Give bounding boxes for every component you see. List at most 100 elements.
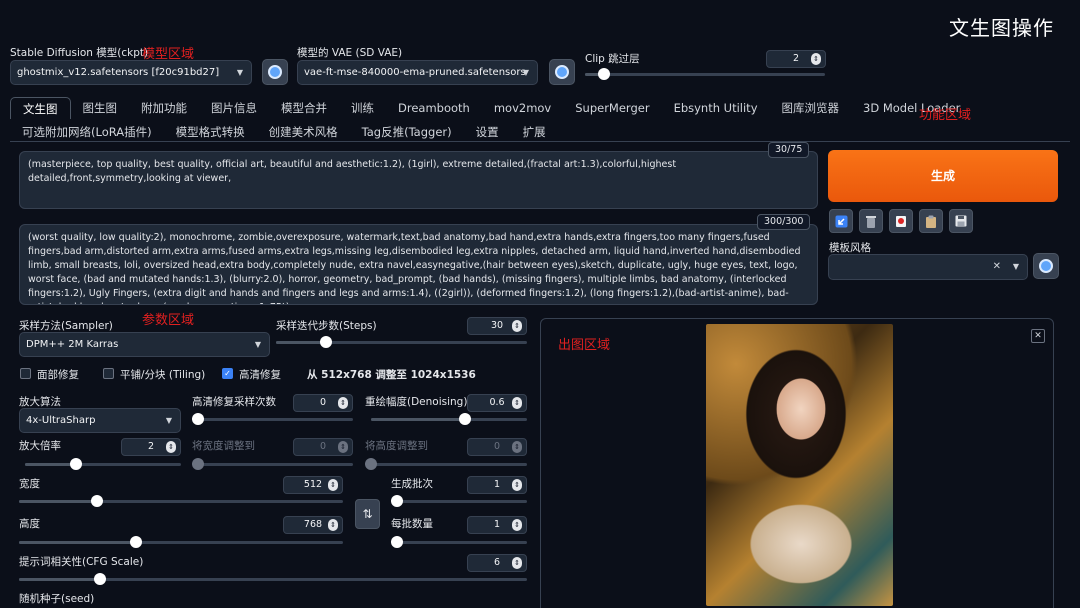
- width-input[interactable]: 512 ⇕: [283, 476, 343, 494]
- spinner-icon[interactable]: ⇕: [512, 479, 522, 491]
- chevron-down-icon: ▼: [236, 68, 243, 77]
- steps-input[interactable]: 30 ⇕: [467, 317, 527, 335]
- tab-sub-2[interactable]: 创建美术风格: [257, 121, 350, 143]
- tab-main-1[interactable]: 图生图: [71, 97, 130, 119]
- slider-handle[interactable]: [94, 573, 107, 585]
- tab-main-8[interactable]: SuperMerger: [563, 97, 661, 119]
- clip-skip-value: 2: [792, 53, 800, 64]
- template-style-dropdown[interactable]: ✕ ▼: [828, 254, 1028, 280]
- tab-sub-3[interactable]: Tag反推(Tagger): [350, 121, 464, 143]
- face-restore-checkbox[interactable]: [20, 368, 31, 379]
- batch-size-input[interactable]: 1 ⇕: [467, 516, 527, 534]
- height-input[interactable]: 768 ⇕: [283, 516, 343, 534]
- tab-main-2[interactable]: 附加功能: [129, 97, 199, 119]
- tab-main-3[interactable]: 图片信息: [199, 97, 269, 119]
- refresh-styles-button[interactable]: [1033, 253, 1059, 279]
- main-tabs: 文生图 图生图 附加功能 图片信息 模型合并 训练 Dreambooth mov2mov Sup…: [10, 97, 972, 119]
- negative-prompt-textarea[interactable]: (worst quality, low quality:2), monochro…: [19, 224, 818, 305]
- sampler-dropdown[interactable]: DPM++ 2M Karras ▼: [19, 332, 270, 357]
- tab-sub-1[interactable]: 模型格式转换: [164, 121, 257, 143]
- slider-handle[interactable]: [391, 536, 403, 548]
- seed-label: 随机种子(seed): [19, 593, 95, 605]
- close-icon[interactable]: ✕: [993, 255, 1001, 278]
- apply-style-button[interactable]: [919, 209, 943, 233]
- negative-token-counter: 300/300: [757, 214, 811, 230]
- refresh-ckpt-button[interactable]: [262, 59, 288, 85]
- tab-main-0[interactable]: 文生图: [10, 97, 71, 119]
- generated-image[interactable]: [706, 324, 893, 606]
- trash-icon: [866, 215, 876, 228]
- height-slider[interactable]: [19, 536, 343, 548]
- tab-main-6[interactable]: Dreambooth: [386, 97, 482, 119]
- hires-steps-input[interactable]: 0 ⇕: [293, 394, 353, 412]
- cfg-input[interactable]: 6 ⇕: [467, 554, 527, 572]
- tab-main-5[interactable]: 训练: [339, 97, 386, 119]
- hires-resize-info: 从 512x768 调整至 1024x1536: [307, 369, 476, 381]
- batch-count-slider[interactable]: [391, 495, 527, 507]
- slider-handle[interactable]: [598, 68, 611, 80]
- spinner-icon[interactable]: ⇕: [512, 519, 522, 531]
- tab-main-9[interactable]: Ebsynth Utility: [662, 97, 770, 119]
- tab-main-10[interactable]: 图库浏览器: [770, 97, 852, 119]
- upscale-by-slider[interactable]: [25, 458, 181, 470]
- upscale-by-value: 2: [147, 441, 155, 452]
- positive-prompt-textarea[interactable]: (masterpiece, top quality, best quality,…: [19, 151, 818, 209]
- show-extra-networks-button[interactable]: [889, 209, 913, 233]
- spinner-icon[interactable]: ⇕: [166, 441, 176, 453]
- tiling-checkbox[interactable]: [103, 368, 114, 379]
- tab-main-7[interactable]: mov2mov: [482, 97, 563, 119]
- resize-height-slider: [365, 458, 527, 470]
- clip-skip-slider[interactable]: [585, 68, 825, 80]
- output-area-note: 出图区域: [558, 338, 611, 353]
- hires-steps-slider[interactable]: [192, 413, 353, 425]
- clip-skip-input[interactable]: 2 ⇕: [766, 50, 826, 68]
- upscaler-label: 放大算法: [19, 396, 61, 408]
- vae-dropdown[interactable]: vae-ft-mse-840000-ema-pruned.safetensors…: [297, 60, 538, 85]
- slider-handle[interactable]: [90, 495, 103, 507]
- close-icon[interactable]: ✕: [1031, 329, 1045, 343]
- slider-fill: [371, 418, 465, 421]
- spinner-icon[interactable]: ⇕: [512, 557, 522, 569]
- denoise-slider[interactable]: [371, 413, 527, 425]
- spinner-icon[interactable]: ⇕: [512, 397, 522, 409]
- steps-label: 采样迭代步数(Steps): [276, 320, 377, 332]
- chevron-down-icon: ▼: [522, 68, 529, 77]
- width-value: 512: [303, 479, 323, 490]
- slider-handle[interactable]: [391, 495, 403, 507]
- width-slider[interactable]: [19, 495, 343, 507]
- denoise-input[interactable]: 0.6 ⇕: [467, 394, 527, 412]
- slider-handle[interactable]: [70, 458, 83, 470]
- resize-width-input: 0 ⇕: [293, 438, 353, 456]
- slider-handle[interactable]: [129, 536, 142, 548]
- slider-handle[interactable]: [458, 413, 471, 425]
- batch-size-slider[interactable]: [391, 536, 527, 548]
- spinner-icon[interactable]: ⇕: [338, 397, 348, 409]
- tab-sub-0[interactable]: 可选附加网络(LoRA插件): [10, 121, 164, 143]
- ckpt-dropdown[interactable]: ghostmix_v12.safetensors [f20c91bd27] ▼: [10, 60, 252, 85]
- spinner-icon[interactable]: ⇕: [328, 479, 338, 491]
- tab-sub-4[interactable]: 设置: [464, 121, 511, 143]
- sampler-value: DPM++ 2M Karras: [26, 339, 119, 350]
- tab-sub-5[interactable]: 扩展: [511, 121, 558, 143]
- clear-prompt-button[interactable]: [859, 209, 883, 233]
- tab-main-4[interactable]: 模型合并: [269, 97, 339, 119]
- spinner-icon[interactable]: ⇕: [512, 320, 522, 332]
- refresh-vae-button[interactable]: [549, 59, 575, 85]
- resize-width-slider: [192, 458, 353, 470]
- positive-token-counter: 30/75: [768, 142, 810, 158]
- spinner-icon[interactable]: ⇕: [328, 519, 338, 531]
- upscale-by-input[interactable]: 2 ⇕: [121, 438, 181, 456]
- upscaler-dropdown[interactable]: 4x-UltraSharp ▼: [19, 408, 181, 433]
- cfg-slider[interactable]: [19, 573, 527, 585]
- save-style-button[interactable]: [949, 209, 973, 233]
- swap-dimensions-button[interactable]: ⇅: [355, 499, 380, 529]
- generate-button[interactable]: 生成: [828, 150, 1058, 202]
- function-area-note: 功能区域: [919, 108, 972, 123]
- batch-count-input[interactable]: 1 ⇕: [467, 476, 527, 494]
- paste-params-button[interactable]: [829, 209, 853, 233]
- hires-checkbox[interactable]: ✓: [222, 368, 233, 379]
- slider-handle[interactable]: [320, 336, 333, 348]
- steps-slider[interactable]: [276, 336, 527, 348]
- slider-handle[interactable]: [192, 413, 204, 425]
- spinner-icon[interactable]: ⇕: [811, 53, 821, 65]
